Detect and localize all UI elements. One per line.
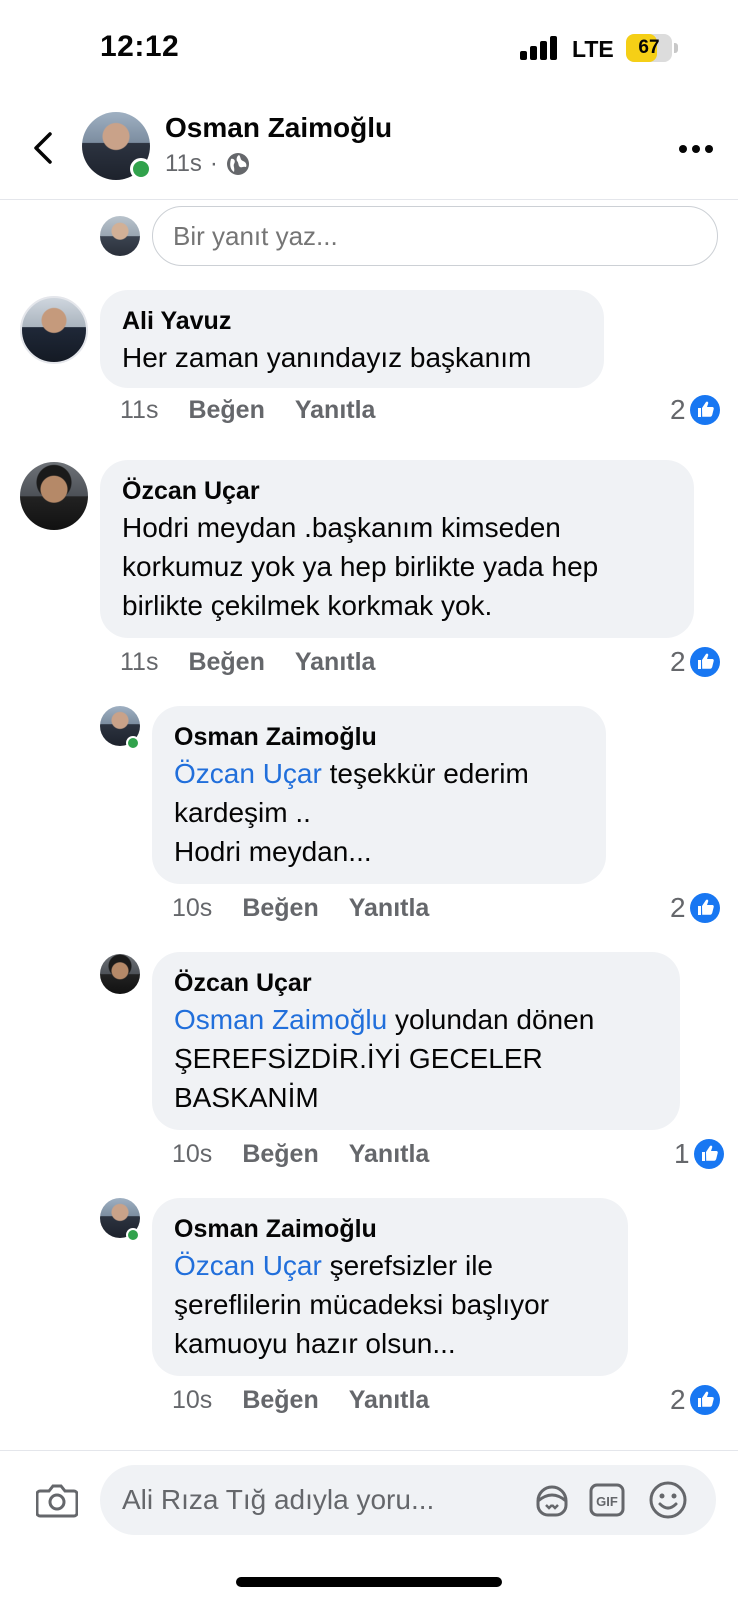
status-time: 12:12: [100, 30, 180, 63]
mention-link[interactable]: Özcan Uçar: [174, 758, 322, 789]
comment-time[interactable]: 10s: [172, 894, 212, 923]
comment-time[interactable]: 11s: [120, 396, 158, 425]
avatar[interactable]: [20, 462, 88, 530]
reaction-count[interactable]: 2: [670, 1384, 720, 1416]
post-meta: 11s ·: [165, 150, 250, 178]
post-header: Osman Zaimoğlu 11s ·: [0, 100, 738, 200]
online-status-dot: [126, 1228, 140, 1242]
reaction-count[interactable]: 2: [670, 892, 720, 924]
camera-icon[interactable]: [36, 1481, 78, 1519]
battery-level: 67: [638, 37, 660, 58]
reply-input[interactable]: [152, 206, 718, 266]
reply-button[interactable]: Yanıtla: [295, 648, 376, 677]
comment-author[interactable]: Osman Zaimoğlu: [174, 1212, 606, 1246]
globe-icon: [226, 153, 249, 175]
like-icon: [689, 647, 720, 677]
like-icon: [689, 395, 720, 425]
comment-author[interactable]: Osman Zaimoğlu: [174, 720, 584, 754]
reaction-number: 1: [674, 1138, 690, 1169]
reaction-number: 2: [670, 394, 686, 425]
comment-actions: 10s Beğen Yanıtla: [172, 894, 429, 923]
chevron-left-icon[interactable]: [28, 128, 58, 168]
comment-text-line: Hodri meydan...: [174, 836, 372, 867]
comment-author[interactable]: Özcan Uçar: [122, 474, 672, 508]
comment-text-line: şerefsizler ile: [321, 1250, 493, 1281]
comment-bubble: Osman Zaimoğlu Özcan Uçar teşekkür ederi…: [152, 706, 606, 884]
reaction-number: 2: [670, 646, 686, 677]
like-button[interactable]: Beğen: [242, 1140, 318, 1169]
comment-actions: 11s Beğen Yanıtla: [120, 396, 375, 425]
comment-bubble: Özcan Uçar Osman Zaimoğlu yolundan dönen…: [152, 952, 680, 1130]
reply-item: Özcan Uçar Osman Zaimoğlu yolundan dönen…: [0, 952, 738, 1172]
reply-item: Osman Zaimoğlu Özcan Uçar teşekkür ederi…: [0, 706, 738, 926]
avatar[interactable]: [20, 296, 88, 364]
comment-text-line: birlikte çekilmek korkmak yok.: [122, 590, 493, 621]
network-type: LTE: [572, 36, 614, 62]
like-icon: [693, 1139, 724, 1169]
comment-input-placeholder: Ali Rıza Tığ adıyla yoru...: [122, 1484, 435, 1515]
comment-bubble: Özcan Uçar Hodri meydan .başkanım kimsed…: [100, 460, 694, 638]
avatar: [100, 216, 140, 256]
comment-time[interactable]: 10s: [172, 1140, 212, 1169]
svg-text:GIF: GIF: [596, 1494, 618, 1509]
reaction-number: 2: [670, 892, 686, 923]
reply-button[interactable]: Yanıtla: [349, 1140, 430, 1169]
status-bar: 12:12 LTE 67: [0, 0, 738, 100]
meta-separator: ·: [209, 150, 218, 177]
comment-text-line: BASKANİM: [174, 1082, 319, 1113]
comment-text-line: kamuoyu hazır olsun...: [174, 1328, 456, 1359]
like-icon: [689, 893, 720, 923]
battery-icon: 67: [626, 34, 672, 62]
like-icon: [689, 1385, 720, 1415]
comment-text-line: korkumuz yok ya hep birlikte yada hep: [122, 551, 599, 582]
online-status-dot: [130, 158, 152, 180]
comment-text: Her zaman yanındayız başkanım: [122, 342, 532, 373]
comment-text-line: Hodri meydan .başkanım kimseden: [122, 512, 561, 543]
comment-time[interactable]: 10s: [172, 1386, 212, 1415]
online-status-dot: [126, 736, 140, 750]
comment-author[interactable]: Ali Yavuz: [122, 304, 582, 338]
comment-text-line: şereflilerin mücadeksi başlıyor: [174, 1289, 550, 1320]
reply-button[interactable]: Yanıtla: [349, 894, 430, 923]
like-button[interactable]: Beğen: [188, 396, 264, 425]
more-horizontal-icon[interactable]: [678, 144, 714, 154]
comment-text-line: teşekkür ederim: [321, 758, 529, 789]
reaction-count[interactable]: 2: [670, 646, 720, 678]
author-name[interactable]: Osman Zaimoğlu: [165, 112, 392, 144]
comment-author[interactable]: Özcan Uçar: [174, 966, 658, 1000]
comment-bubble: Ali Yavuz Her zaman yanındayız başkanım: [100, 290, 604, 388]
comment-bubble: Osman Zaimoğlu Özcan Uçar şerefsizler il…: [152, 1198, 628, 1376]
signal-icon: [520, 36, 560, 60]
reaction-number: 2: [670, 1384, 686, 1415]
comment-actions: 11s Beğen Yanıtla: [120, 648, 375, 677]
reply-button[interactable]: Yanıtla: [349, 1386, 430, 1415]
mention-link[interactable]: Osman Zaimoğlu: [174, 1004, 387, 1035]
comment-text-line: yolundan dönen: [387, 1004, 595, 1035]
reply-row: [0, 206, 738, 270]
comment-text-line: kardeşim ..: [174, 797, 311, 828]
mention-link[interactable]: Özcan Uçar: [174, 1250, 322, 1281]
reaction-count[interactable]: 1: [674, 1138, 724, 1170]
comment-actions: 10s Beğen Yanıtla: [172, 1386, 429, 1415]
like-button[interactable]: Beğen: [188, 648, 264, 677]
comment-item: Özcan Uçar Hodri meydan .başkanım kimsed…: [0, 460, 738, 680]
reaction-count[interactable]: 2: [670, 394, 720, 426]
gif-icon[interactable]: GIF: [588, 1482, 626, 1518]
like-button[interactable]: Beğen: [242, 1386, 318, 1415]
reply-item: Osman Zaimoğlu Özcan Uçar şerefsizler il…: [0, 1198, 738, 1418]
home-indicator: [236, 1577, 502, 1587]
post-time[interactable]: 11s: [165, 150, 202, 178]
comment-composer: Ali Rıza Tığ adıyla yoru... GIF: [0, 1450, 738, 1600]
avatar-sticker-icon[interactable]: [532, 1481, 572, 1519]
comment-text-line: ŞEREFSİZDİR.İYİ GECELER: [174, 1043, 543, 1074]
comment-item: Ali Yavuz Her zaman yanındayız başkanım …: [0, 290, 738, 440]
comment-input[interactable]: Ali Rıza Tığ adıyla yoru... GIF: [100, 1465, 716, 1535]
emoji-icon[interactable]: [648, 1480, 688, 1520]
avatar[interactable]: [100, 954, 140, 994]
reply-button[interactable]: Yanıtla: [295, 396, 376, 425]
like-button[interactable]: Beğen: [242, 894, 318, 923]
comment-actions: 10s Beğen Yanıtla: [172, 1140, 429, 1169]
comment-time[interactable]: 11s: [120, 648, 158, 677]
